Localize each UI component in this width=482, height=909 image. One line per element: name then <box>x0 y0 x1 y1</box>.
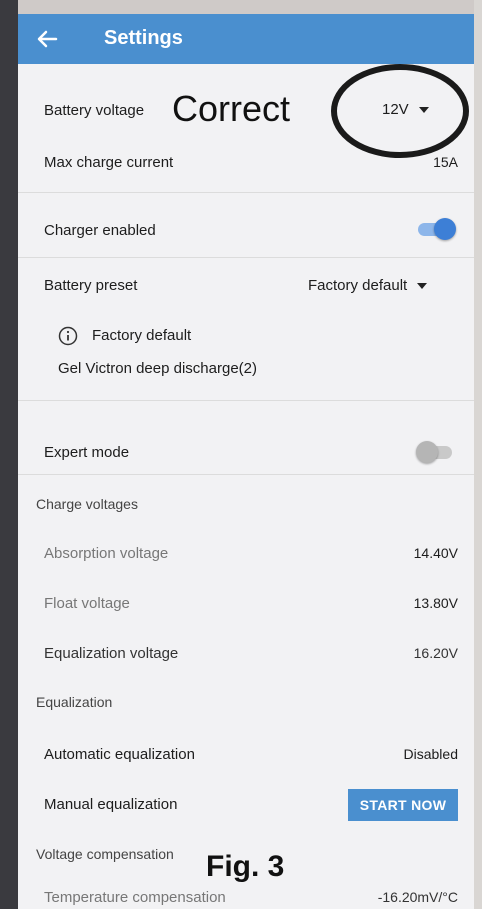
info-circle-icon <box>58 326 78 346</box>
expert-mode-label: Expert mode <box>44 444 130 461</box>
battery-preset-select[interactable]: Factory default <box>308 277 428 294</box>
charger-enabled-label: Charger enabled <box>44 222 156 239</box>
max-charge-current-label: Max charge current <box>44 154 174 171</box>
expert-mode-row[interactable]: Expert mode <box>18 424 474 464</box>
equalization-heading: Equalization <box>36 694 113 710</box>
absorption-voltage-row[interactable]: Absorption voltage 14.40V <box>18 530 474 570</box>
divider <box>18 192 474 193</box>
battery-voltage-label: Battery voltage <box>44 102 145 119</box>
toggle-knob <box>434 218 456 240</box>
annotation-circle <box>331 64 469 158</box>
automatic-equalization-label: Automatic equalization <box>44 746 195 763</box>
chevron-down-icon <box>417 282 428 289</box>
automatic-equalization-row[interactable]: Automatic equalization Disabled <box>18 726 474 766</box>
app-bar: Settings <box>18 14 474 64</box>
manual-equalization-row: Manual equalization START NOW <box>18 776 474 822</box>
toggle-knob <box>416 441 438 463</box>
divider <box>18 400 474 401</box>
settings-list: Battery voltage 12V Max charge current 1… <box>18 64 474 909</box>
float-voltage-value: 13.80V <box>413 595 458 611</box>
page-title: Settings <box>104 27 183 49</box>
battery-preset-value: Factory default <box>308 277 408 294</box>
charge-voltages-heading: Charge voltages <box>36 496 138 512</box>
automatic-equalization-value: Disabled <box>403 746 458 762</box>
absorption-voltage-label: Absorption voltage <box>44 545 169 562</box>
arrow-left-icon[interactable] <box>32 24 62 54</box>
expert-mode-toggle[interactable] <box>416 441 456 463</box>
scan-shadow-left <box>0 0 18 909</box>
voltage-compensation-heading: Voltage compensation <box>36 846 174 862</box>
scan-edge-right <box>474 0 482 909</box>
equalization-voltage-value: 16.20V <box>413 645 458 661</box>
temperature-compensation-value: -16.20mV/°C <box>377 889 458 905</box>
battery-preset-row[interactable]: Battery preset Factory default <box>18 260 474 310</box>
manual-equalization-label: Manual equalization <box>44 796 178 813</box>
annotation-correct: Correct <box>172 88 291 129</box>
float-voltage-label: Float voltage <box>44 595 130 612</box>
temperature-compensation-label: Temperature compensation <box>44 889 226 906</box>
preset-info-title: Factory default <box>92 327 192 344</box>
divider <box>18 257 474 258</box>
preset-info-subtitle: Gel Victron deep discharge(2) <box>58 360 257 377</box>
equalization-voltage-row[interactable]: Equalization voltage 16.20V <box>18 630 474 670</box>
equalization-voltage-label: Equalization voltage <box>44 645 179 662</box>
charger-enabled-row[interactable]: Charger enabled <box>18 198 474 248</box>
annotation-figure-label: Fig. 3 <box>206 850 285 883</box>
divider <box>18 474 474 475</box>
absorption-voltage-value: 14.40V <box>413 545 458 561</box>
start-now-button[interactable]: START NOW <box>348 789 458 821</box>
charger-enabled-toggle[interactable] <box>416 218 456 240</box>
battery-preset-label: Battery preset <box>44 277 138 294</box>
float-voltage-row[interactable]: Float voltage 13.80V <box>18 580 474 620</box>
